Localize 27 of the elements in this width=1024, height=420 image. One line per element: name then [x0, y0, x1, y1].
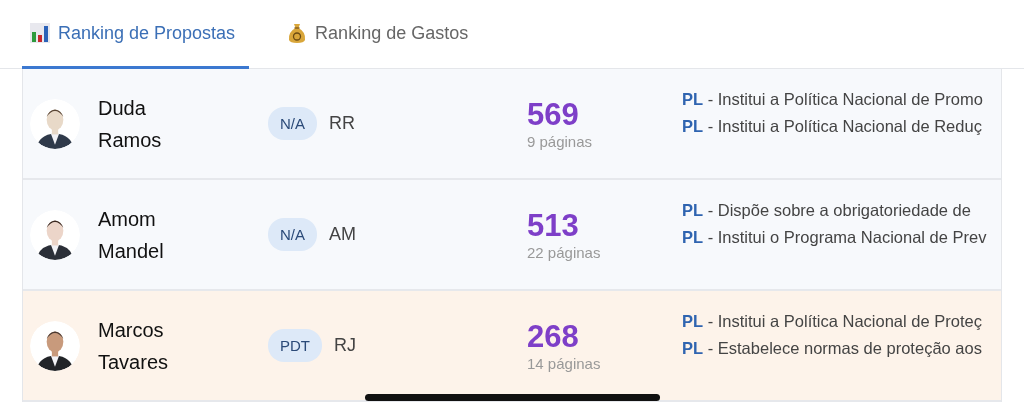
party-badge: PDT — [268, 329, 322, 362]
page-count: 9 páginas — [527, 133, 594, 150]
proposal-item[interactable]: PL - Institui a Política Nacional de Proteç — [682, 311, 982, 331]
proposal-count: 513 — [527, 208, 580, 244]
deputy-name: Amom Mandel — [98, 206, 165, 264]
state-label: RR — [329, 113, 355, 134]
ranking-row[interactable]: Amom Mandel N/A AM 513 22 páginas PL - Dispõe sobre a obrigatoriedade de PL - Institui o Programa Nacional de Prev — [23, 180, 1001, 291]
money-bag-icon — [287, 22, 308, 44]
page-count: 14 páginas — [527, 355, 602, 372]
proposal-count: 569 — [527, 97, 580, 133]
deputy-name: Duda Ramos — [98, 95, 163, 153]
tab[interactable]: Ranking de Gastos — [279, 0, 477, 69]
party-badge: N/A — [268, 218, 317, 251]
state-label: AM — [329, 224, 356, 245]
proposal-item[interactable]: PL - Institui o Programa Nacional de Prev — [682, 227, 987, 247]
ranking-row[interactable]: Duda Ramos N/A RR 569 9 páginas PL - Institui a Política Nacional de Promo PL - Institui a Política Nacional de Reduç — [23, 69, 1001, 180]
proposal-item[interactable]: PL - Institui a Política Nacional de Promo — [682, 89, 983, 109]
proposal-item[interactable]: PL - Estabelece normas de proteção aos — [682, 338, 982, 358]
proposal-item[interactable]: PL - Dispõe sobre a obrigatoriedade de — [682, 200, 987, 220]
proposal-item[interactable]: PL - Institui a Política Nacional de Reduç — [682, 116, 983, 136]
party-badge: N/A — [268, 107, 317, 140]
bar-chart-icon — [30, 23, 50, 43]
ranking-row[interactable]: Marcos Tavares PDT RJ 268 14 páginas PL - Institui a Política Nacional de Proteç PL - Estabelece normas de proteção aos — [23, 291, 1001, 402]
state-label: RJ — [334, 335, 356, 356]
page-count: 22 páginas — [527, 244, 602, 261]
deputy-name: Marcos Tavares — [98, 317, 170, 375]
proposal-count: 268 — [527, 319, 580, 355]
